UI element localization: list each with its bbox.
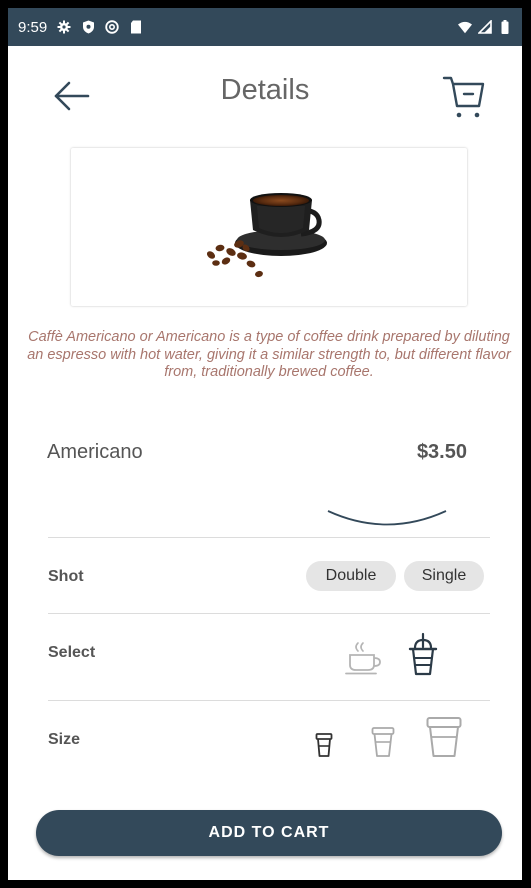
hot-cup-option[interactable] (343, 639, 383, 677)
product-image-card (71, 148, 467, 306)
sd-card-icon (129, 20, 143, 34)
medium-cup-icon (371, 727, 395, 757)
coffee-cup-image (206, 193, 327, 278)
add-to-cart-button[interactable]: ADD TO CART (36, 810, 502, 856)
quantity-selector-arc[interactable] (326, 508, 448, 528)
iced-cup-icon (408, 632, 438, 676)
product-description: Caffè Americano or Americano is a type o… (27, 329, 511, 380)
large-cup-icon (426, 717, 462, 757)
app-screen: 9:59 Details Caffè Americano or American… (8, 8, 522, 880)
size-medium-option[interactable] (370, 726, 396, 758)
gear-icon (57, 20, 71, 34)
divider (48, 700, 490, 701)
status-time: 9:59 (18, 18, 48, 36)
divider (48, 613, 490, 614)
status-bar-left: 9:59 (18, 19, 143, 36)
product-name: Americano (47, 441, 143, 463)
at-sign-icon (105, 20, 119, 34)
iced-cup-option[interactable] (406, 632, 440, 678)
signal-icon (478, 20, 492, 34)
app-header: Details (8, 46, 522, 138)
status-bar: 9:59 (8, 8, 522, 46)
select-label: Select (48, 644, 96, 661)
wifi-icon (458, 20, 472, 34)
size-label: Size (48, 731, 81, 748)
shot-single-chip[interactable]: Single (404, 561, 484, 591)
product-price: $3.50 (416, 441, 467, 463)
size-large-option[interactable] (425, 716, 463, 758)
small-cup-icon (315, 733, 333, 757)
shopping-cart-icon (442, 76, 485, 118)
battery-icon (498, 20, 512, 34)
size-small-option[interactable] (314, 732, 334, 758)
shot-label: Shot (48, 568, 84, 585)
shot-double-chip[interactable]: Double (306, 561, 396, 591)
shield-icon (81, 20, 95, 34)
divider (48, 537, 490, 538)
status-bar-right (458, 20, 512, 34)
hot-cup-icon (345, 642, 381, 675)
cart-button[interactable] (442, 74, 486, 120)
